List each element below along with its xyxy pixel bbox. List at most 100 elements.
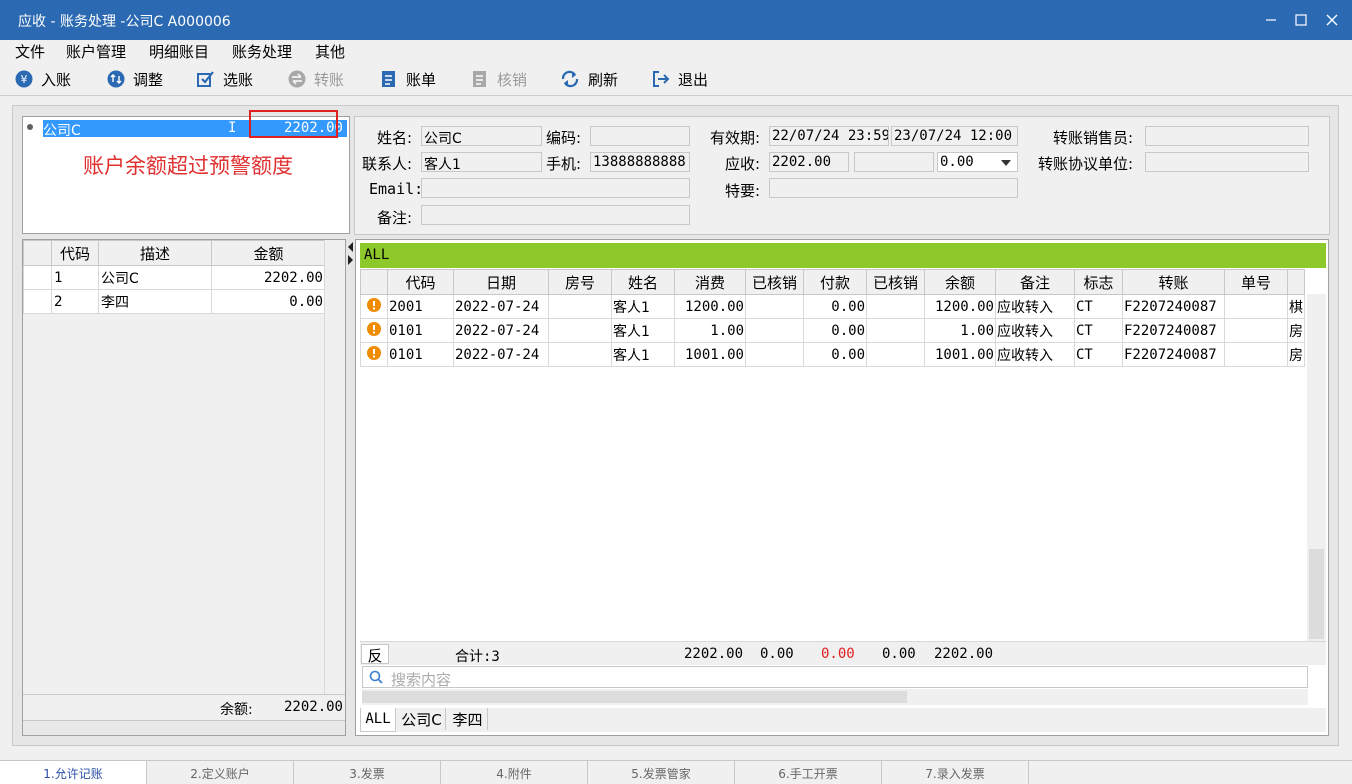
table-row[interactable]: 2 李四 0.00 (23, 289, 326, 314)
cell-writeoff2 (866, 318, 925, 343)
col-number[interactable]: 单号 (1224, 269, 1288, 295)
group-bar[interactable]: ALL (360, 243, 1326, 268)
row-indicator-header (23, 240, 52, 266)
col-extra (1287, 269, 1305, 295)
row-status (360, 342, 388, 367)
special-field[interactable] (769, 178, 1018, 198)
col-note[interactable]: 备注 (995, 269, 1075, 295)
grid-hscroll-thumb[interactable] (362, 691, 907, 703)
cell-writeoff1 (745, 342, 804, 367)
menu-account-management[interactable]: 账户管理 (66, 41, 126, 62)
col-balance[interactable]: 余额 (924, 269, 996, 295)
valid-from-field[interactable]: 22/07/24 23:59 (769, 126, 889, 146)
grid-scroll-thumb[interactable] (1309, 549, 1324, 639)
adjust-button[interactable]: 调整 (107, 66, 163, 92)
receivable-field[interactable]: 2202.00 (769, 152, 849, 172)
valid-label: 有效期: (710, 129, 761, 147)
contact-field[interactable]: 客人1 (421, 152, 542, 172)
cell-balance: 1001.00 (924, 342, 996, 367)
sales-field[interactable] (1145, 126, 1309, 146)
col-desc[interactable]: 描述 (98, 240, 212, 266)
minimize-button[interactable] (1256, 6, 1286, 34)
row-indicator (23, 289, 52, 314)
phone-field[interactable]: 13888888888 (590, 152, 690, 172)
sales-label: 转账销售员: (1053, 129, 1134, 147)
code-field[interactable] (590, 126, 690, 146)
detail-grid: 代码 日期 房号 姓名 消费 已核销 付款 已核销 余额 备注 标志 转账 单号… (360, 269, 1305, 367)
tab-manual-invoice[interactable]: 6.手工开票 (735, 761, 882, 784)
tab-allow-posting[interactable]: 1.允许记账 (0, 761, 147, 784)
receivable2-field[interactable] (854, 152, 934, 172)
col-room[interactable]: 房号 (548, 269, 612, 295)
col-writeoff1[interactable]: 已核销 (745, 269, 804, 295)
tab-invoice[interactable]: 3.发票 (294, 761, 441, 784)
horizontal-scrollbar[interactable] (23, 720, 345, 735)
warning-icon (367, 321, 381, 336)
name-field[interactable]: 公司C (421, 126, 542, 146)
cell-transfer: F2207240087 (1122, 318, 1225, 343)
unit-field[interactable] (1145, 152, 1309, 172)
col-code[interactable]: 代码 (51, 240, 99, 266)
tab-attachment[interactable]: 4.附件 (441, 761, 588, 784)
writeoff-label: 核销 (497, 70, 528, 89)
chevron-down-icon (1001, 160, 1011, 166)
table-row[interactable]: 0101 2022-07-24 客人1 1001.00 0.00 1001.00… (360, 342, 1305, 367)
transfer-button[interactable]: 转账 (288, 66, 344, 92)
menu-other[interactable]: 其他 (315, 41, 345, 62)
exit-button[interactable]: 退出 (652, 66, 708, 92)
cell-desc: 公司C (98, 265, 212, 290)
search-input[interactable]: 搜索内容 (362, 666, 1308, 689)
col-writeoff2[interactable]: 已核销 (866, 269, 925, 295)
cell-flag: CT (1074, 342, 1123, 367)
grid-horizontal-scrollbar[interactable] (362, 689, 1308, 705)
col-code[interactable]: 代码 (387, 269, 454, 295)
minimize-icon (1266, 19, 1276, 21)
select-account-label: 选账 (223, 70, 254, 89)
col-name[interactable]: 姓名 (611, 269, 675, 295)
col-date[interactable]: 日期 (453, 269, 549, 295)
close-button[interactable] (1317, 6, 1347, 34)
maximize-button[interactable] (1286, 6, 1316, 34)
tab-company-c[interactable]: 公司C (398, 708, 446, 730)
col-consume[interactable]: 消费 (674, 269, 746, 295)
cell-balance: 1.00 (924, 318, 996, 343)
balance-warning: 账户余额超过预警额度 (83, 154, 293, 178)
menu-accounting[interactable]: 账务处理 (232, 41, 292, 62)
menu-detail-items[interactable]: 明细账目 (149, 41, 209, 62)
bill-label: 账单 (406, 70, 437, 89)
total-writeoff2: 0.00 (882, 646, 916, 662)
table-row[interactable]: 0101 2022-07-24 客人1 1.00 0.00 1.00 应收转入 … (360, 318, 1305, 343)
email-field[interactable] (421, 178, 690, 198)
select-account-button[interactable]: 选账 (197, 66, 253, 92)
cell-writeoff2 (866, 342, 925, 367)
vertical-scrollbar[interactable] (324, 240, 345, 694)
bill-button[interactable]: 账单 (380, 66, 436, 92)
table-row[interactable]: 1 公司C 2202.00 (23, 265, 326, 290)
post-button[interactable]: ¥ 入账 (15, 66, 71, 92)
writeoff-button[interactable]: 核销 (471, 66, 527, 92)
col-transfer[interactable]: 转账 (1122, 269, 1225, 295)
col-payment[interactable]: 付款 (803, 269, 867, 295)
tab-enter-invoice[interactable]: 7.录入发票 (882, 761, 1029, 784)
col-amount[interactable]: 金额 (211, 240, 326, 266)
valid-to-field[interactable]: 23/07/24 12:00 (891, 126, 1018, 146)
cell-payment: 0.00 (803, 342, 867, 367)
note-field[interactable] (421, 205, 690, 225)
refresh-button[interactable]: 刷新 (560, 66, 618, 92)
menu-file[interactable]: 文件 (15, 41, 45, 62)
table-row[interactable]: 2001 2022-07-24 客人1 1200.00 0.00 1200.00… (360, 294, 1305, 319)
grid-tabs: ALL 公司C 李四 (360, 708, 1326, 732)
balance-label: 余额: (220, 702, 253, 718)
grid-vertical-scrollbar[interactable] (1307, 294, 1326, 641)
tab-all[interactable]: ALL (360, 708, 396, 732)
highlight-box (249, 110, 338, 138)
cell-flag: CT (1074, 294, 1123, 319)
cell-consume: 1200.00 (674, 294, 746, 319)
tab-lisi[interactable]: 李四 (448, 708, 488, 730)
splitter-arrows-icon[interactable] (347, 241, 354, 267)
tab-define-account[interactable]: 2.定义账户 (147, 761, 294, 784)
reverse-button[interactable]: 反 (361, 644, 389, 665)
receivable-select[interactable]: 0.00 (937, 152, 1018, 172)
col-flag[interactable]: 标志 (1074, 269, 1123, 295)
tab-invoice-manager[interactable]: 5.发票管家 (588, 761, 735, 784)
